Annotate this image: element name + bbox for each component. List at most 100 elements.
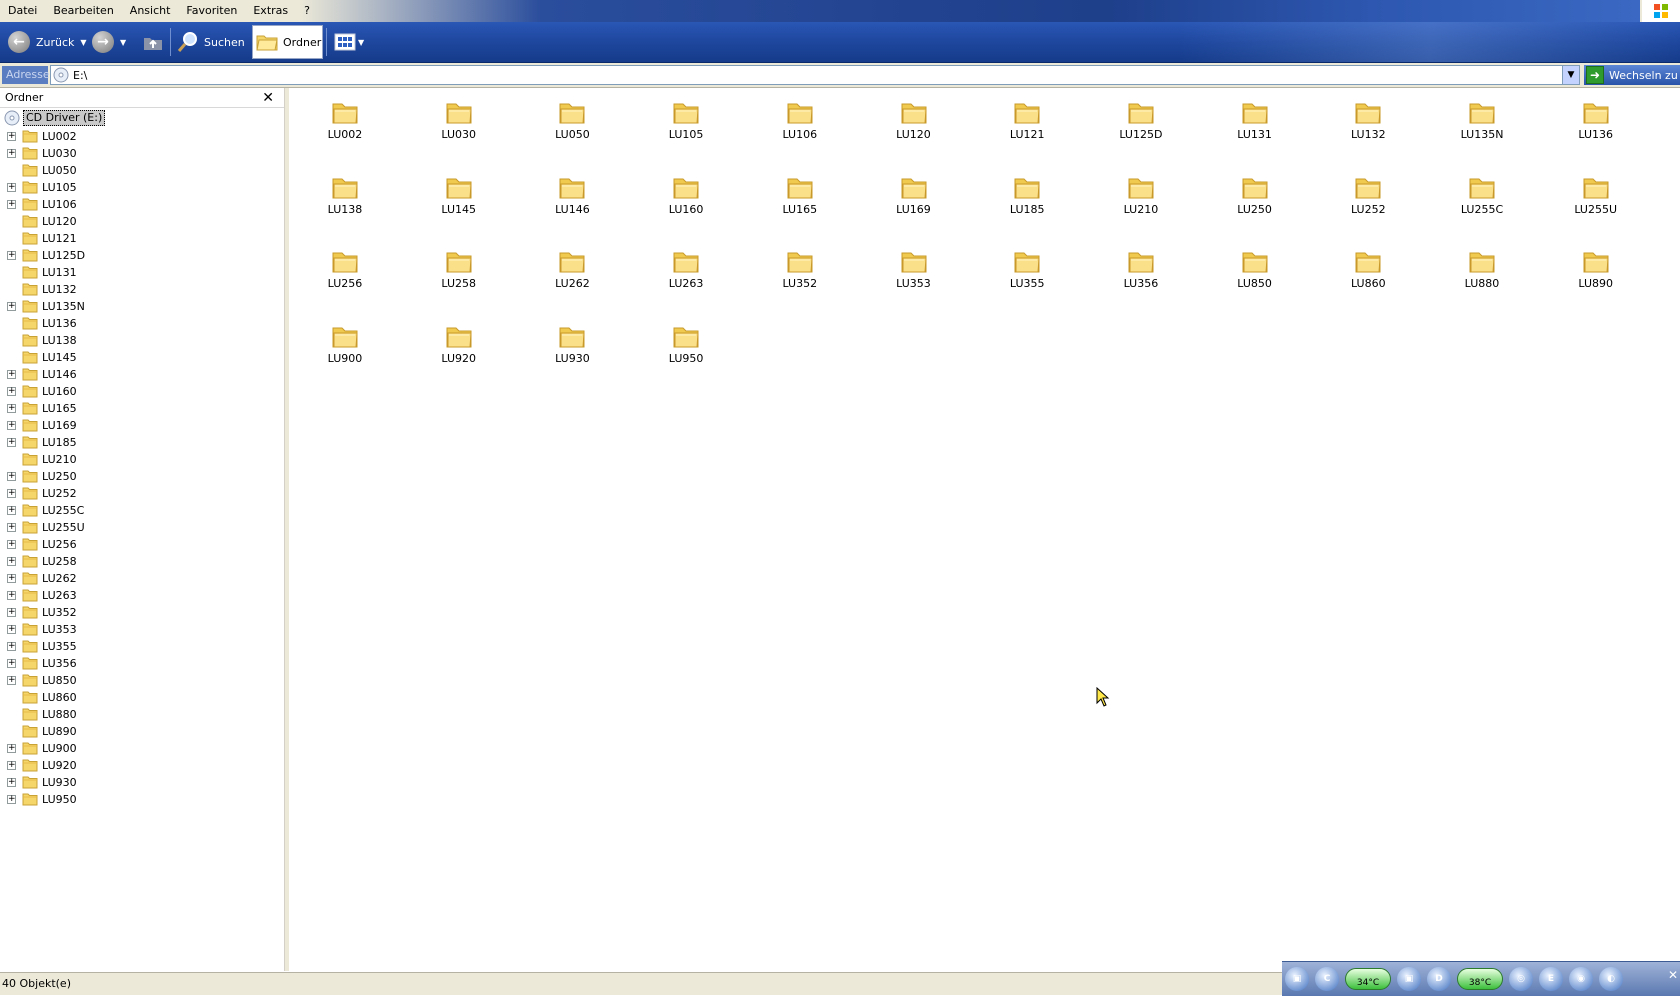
folder-item[interactable]: LU030	[414, 100, 504, 166]
drive-e-icon[interactable]: E	[1539, 967, 1563, 991]
expand-icon[interactable]: +	[7, 132, 16, 141]
menu-help[interactable]: ?	[296, 0, 318, 22]
tree-item[interactable]: + LU255U	[0, 519, 284, 536]
tree-item[interactable]: + LU258	[0, 553, 284, 570]
views-dropdown-icon[interactable]: ▼	[358, 38, 366, 47]
back-button[interactable]: ← Zurück ▼	[8, 26, 88, 58]
folder-item[interactable]: LU131	[1210, 100, 1300, 166]
folder-item[interactable]: LU256	[300, 249, 390, 315]
folder-item[interactable]: LU860	[1323, 249, 1413, 315]
menu-datei[interactable]: Datei	[0, 0, 45, 22]
drive-icon[interactable]: ▣	[1285, 967, 1309, 991]
expand-icon[interactable]: +	[7, 404, 16, 413]
expand-icon[interactable]: +	[7, 744, 16, 753]
expand-icon[interactable]: +	[7, 659, 16, 668]
tree-item[interactable]: + LU106	[0, 196, 284, 213]
folder-item[interactable]: LU353	[869, 249, 959, 315]
cd-icon[interactable]: ◎	[1509, 967, 1533, 991]
folder-item[interactable]: LU355	[982, 249, 1072, 315]
tree-item[interactable]: LU136	[0, 315, 284, 332]
folder-item[interactable]: LU356	[1096, 249, 1186, 315]
folder-item[interactable]: LU136	[1551, 100, 1641, 166]
expand-icon[interactable]: +	[7, 421, 16, 430]
tree-item[interactable]: LU890	[0, 723, 284, 740]
folder-item[interactable]: LU125D	[1096, 100, 1186, 166]
expand-icon[interactable]: +	[7, 438, 16, 447]
back-dropdown-icon[interactable]: ▼	[80, 38, 88, 47]
expand-icon[interactable]: +	[7, 302, 16, 311]
folder-item[interactable]: LU262	[527, 249, 617, 315]
folder-item[interactable]: LU145	[414, 175, 504, 241]
folder-item[interactable]: LU120	[869, 100, 959, 166]
folder-item[interactable]: LU880	[1437, 249, 1527, 315]
close-icon[interactable]: ✕	[1666, 968, 1680, 990]
tree-item[interactable]: + LU356	[0, 655, 284, 672]
folder-item[interactable]: LU255C	[1437, 175, 1527, 241]
folder-item[interactable]: LU210	[1096, 175, 1186, 241]
globe-icon[interactable]: ◐	[1599, 967, 1623, 991]
tree-item[interactable]: LU050	[0, 162, 284, 179]
expand-icon[interactable]: +	[7, 642, 16, 651]
tree-item[interactable]: + LU160	[0, 383, 284, 400]
folder-item[interactable]: LU920	[414, 324, 504, 390]
expand-icon[interactable]: +	[7, 506, 16, 515]
folder-item[interactable]: LU160	[641, 175, 731, 241]
tree-item[interactable]: + LU353	[0, 621, 284, 638]
menu-favoriten[interactable]: Favoriten	[178, 0, 245, 22]
drive-c-icon[interactable]: C	[1315, 967, 1339, 991]
up-folder-button[interactable]	[142, 26, 164, 58]
tree-item[interactable]: LU131	[0, 264, 284, 281]
tree-item[interactable]: LU860	[0, 689, 284, 706]
expand-icon[interactable]: +	[7, 200, 16, 209]
expand-icon[interactable]: +	[7, 676, 16, 685]
tree-item[interactable]: + LU256	[0, 536, 284, 553]
expand-icon[interactable]: +	[7, 523, 16, 532]
tree-item[interactable]: + LU146	[0, 366, 284, 383]
tree-item[interactable]: + LU250	[0, 468, 284, 485]
tree-item[interactable]: LU145	[0, 349, 284, 366]
tree-root-cd-drive[interactable]: CD Driver (E:)	[4, 110, 106, 126]
tree-item[interactable]: LU120	[0, 213, 284, 230]
folder-item[interactable]: LU146	[527, 175, 617, 241]
folder-item[interactable]: LU132	[1323, 100, 1413, 166]
views-button[interactable]: ▼	[334, 26, 366, 58]
tree-item[interactable]: LU210	[0, 451, 284, 468]
folder-item[interactable]: LU138	[300, 175, 390, 241]
tree-item[interactable]: + LU950	[0, 791, 284, 808]
expand-icon[interactable]: +	[7, 149, 16, 158]
folder-item[interactable]: LU258	[414, 249, 504, 315]
tree-item[interactable]: + LU900	[0, 740, 284, 757]
tree-item[interactable]: + LU135N	[0, 298, 284, 315]
folder-item[interactable]: LU263	[641, 249, 731, 315]
tree-item[interactable]: + LU930	[0, 774, 284, 791]
close-icon[interactable]: ✕	[262, 88, 274, 108]
expand-icon[interactable]: +	[7, 557, 16, 566]
address-field[interactable]: E:\ ▼	[50, 65, 1580, 85]
tree-item[interactable]: + LU263	[0, 587, 284, 604]
tree-item[interactable]: + LU255C	[0, 502, 284, 519]
expand-icon[interactable]: +	[7, 540, 16, 549]
expand-icon[interactable]: +	[7, 778, 16, 787]
go-button[interactable]: ➜ Wechseln zu	[1584, 65, 1680, 85]
folder-item[interactable]: LU890	[1551, 249, 1641, 315]
drive-d-icon[interactable]: D	[1427, 967, 1451, 991]
folder-item[interactable]: LU050	[527, 100, 617, 166]
tree-item[interactable]: + LU252	[0, 485, 284, 502]
folder-item[interactable]: LU121	[982, 100, 1072, 166]
folder-item[interactable]: LU900	[300, 324, 390, 390]
expand-icon[interactable]: +	[7, 608, 16, 617]
tree-item[interactable]: + LU165	[0, 400, 284, 417]
folder-item[interactable]: LU250	[1210, 175, 1300, 241]
expand-icon[interactable]: +	[7, 761, 16, 770]
drive-icon[interactable]: ▣	[1397, 967, 1421, 991]
folder-item[interactable]: LU252	[1323, 175, 1413, 241]
expand-icon[interactable]: +	[7, 625, 16, 634]
address-dropdown-icon[interactable]: ▼	[1562, 66, 1579, 84]
menu-ansicht[interactable]: Ansicht	[122, 0, 179, 22]
tree-item[interactable]: + LU920	[0, 757, 284, 774]
tree-item[interactable]: + LU002	[0, 128, 284, 145]
tree-item[interactable]: + LU169	[0, 417, 284, 434]
folder-item[interactable]: LU850	[1210, 249, 1300, 315]
expand-icon[interactable]: +	[7, 591, 16, 600]
tree-item[interactable]: + LU125D	[0, 247, 284, 264]
